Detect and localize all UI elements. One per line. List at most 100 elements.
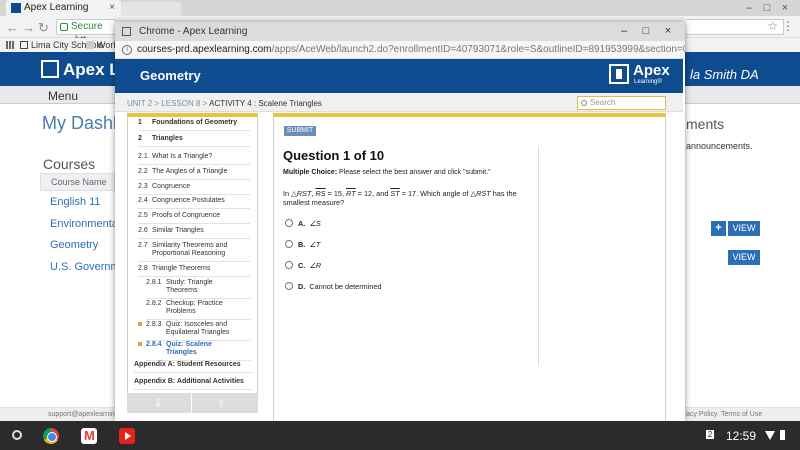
unit-number: 2 — [138, 135, 142, 142]
choice-letter: C. — [298, 261, 306, 270]
page-icon — [20, 41, 28, 49]
outline-nav-divider — [191, 393, 192, 413]
appendix-b-item[interactable]: Appendix B: Additional Activities — [134, 378, 252, 390]
bookmark-star-icon[interactable]: ☆ — [767, 19, 778, 33]
choice-text: Cannot be determined — [309, 282, 382, 291]
browser-tab-apex[interactable]: Apex Learning × — [6, 0, 121, 16]
apex-logo-text: Apex — [633, 62, 670, 79]
popup-titlebar[interactable]: Chrome - Apex Learning – □ × — [115, 22, 685, 41]
activity-number: 2.8.2 — [146, 300, 162, 307]
browser-menu-icon[interactable]: ⋮ — [782, 19, 794, 33]
youtube-icon[interactable] — [119, 428, 135, 444]
apex-logo-icon — [41, 60, 59, 78]
course-name-header[interactable]: Course Name — [40, 173, 115, 191]
new-tab-button[interactable] — [121, 2, 181, 16]
view-button-1[interactable]: VIEW — [728, 221, 760, 236]
back-arrow-icon[interactable]: ← — [6, 20, 19, 35]
search-input[interactable]: Search — [577, 96, 666, 110]
choice-letter: D. — [298, 282, 306, 291]
battery-icon[interactable] — [780, 430, 785, 440]
menu-button[interactable]: Menu — [48, 89, 78, 103]
forward-arrow-icon[interactable]: → — [22, 20, 35, 35]
choice-c[interactable]: C. ∠R — [285, 261, 321, 270]
popup-maximize-icon[interactable]: □ — [635, 22, 657, 41]
choice-a[interactable]: A. ∠S — [285, 219, 321, 228]
course-outline-panel: 1 Foundations of Geometry 2 Triangles 2.1 W… — [127, 113, 258, 413]
activity-number: 2.8.4 — [146, 341, 162, 348]
submit-button[interactable]: SUBMIT — [284, 126, 316, 136]
activity-label: Quiz: Isosceles and Equilateral Triangle… — [166, 321, 230, 336]
scroll-down-icon[interactable]: ⇩ — [148, 397, 168, 410]
question-instructions: Multiple Choice: Please select the best … — [283, 169, 491, 176]
unit-1-item[interactable]: 1 Foundations of Geometry — [138, 119, 250, 131]
question-prompt: In △RST, RS = 15, RT = 12, and ST = 17. … — [283, 189, 517, 207]
lesson-2-6[interactable]: 2.6 Similar Triangles — [138, 227, 250, 239]
address-bar[interactable]: Secure htt — [56, 19, 116, 46]
lesson-number: 2.6 — [138, 227, 148, 234]
unit-label: Foundations of Geometry — [152, 119, 238, 126]
info-icon[interactable]: i — [122, 45, 132, 55]
notification-badge[interactable]: 2 — [706, 430, 714, 439]
popup-minimize-icon[interactable]: – — [613, 22, 635, 41]
lesson-number: 2.3 — [138, 183, 148, 190]
choice-d[interactable]: D. Cannot be determined — [285, 282, 382, 291]
privacy-policy-link[interactable]: acy Policy — [686, 408, 718, 421]
lesson-2-8[interactable]: 2.8 Triangle Theorems — [138, 265, 250, 277]
lesson-2-3[interactable]: 2.3 Congruence — [138, 183, 250, 195]
reload-icon[interactable]: ↻ — [38, 20, 49, 36]
activity-2-8-1[interactable]: 2.8.1 Study: Triangle Theorems — [146, 279, 251, 299]
course-link-english[interactable]: English 11 — [50, 196, 101, 208]
lesson-2-7[interactable]: 2.7 Similarity Theorems and Proportional … — [138, 242, 250, 262]
lesson-2-4[interactable]: 2.4 Congruence Postulates — [138, 197, 250, 209]
choice-b[interactable]: B. ∠T — [285, 240, 320, 249]
launcher-icon[interactable] — [12, 430, 22, 440]
terms-of-use-link[interactable]: Terms of Use — [721, 408, 762, 421]
course-title: Geometry — [140, 68, 201, 83]
radio-button[interactable] — [285, 240, 293, 248]
maximize-icon[interactable]: □ — [758, 0, 776, 16]
close-tab-icon[interactable]: × — [109, 0, 115, 16]
support-email-link[interactable]: support@apexlearning.c — [48, 408, 124, 421]
activity-2-8-3[interactable]: 2.8.3 Quiz: Isosceles and Equilateral Tri… — [138, 321, 251, 341]
courses-heading: Courses — [43, 156, 96, 172]
view-button-2[interactable]: VIEW — [728, 250, 760, 265]
course-link-geometry[interactable]: Geometry — [50, 239, 98, 251]
minimize-icon[interactable]: – — [740, 0, 758, 16]
question-title: Question 1 of 10 — [283, 148, 385, 163]
gmail-icon[interactable] — [81, 428, 97, 444]
user-name: la Smith DA — [690, 67, 759, 82]
instructions-text: Please select the best answer and click … — [337, 169, 491, 176]
lesson-2-5[interactable]: 2.5 Proofs of Congruence — [138, 212, 250, 224]
lesson-2-2[interactable]: 2.2 The Angles of a Triangle — [138, 168, 250, 180]
lesson-2-1[interactable]: 2.1 What Is a Triangle? — [138, 153, 250, 165]
activity-2-8-4[interactable]: 2.8.4 Quiz: Scalene Triangles — [138, 341, 251, 361]
search-placeholder: Search — [590, 98, 616, 107]
appendix-a-item[interactable]: Appendix A: Student Resources — [134, 361, 252, 373]
popup-url-bar[interactable]: i courses-prd.apexlearning.com/apps/AceWe… — [115, 41, 685, 59]
radio-button[interactable] — [285, 219, 293, 227]
unit-2-item[interactable]: 2 Triangles — [138, 135, 250, 147]
activity-2-8-2[interactable]: 2.8.2 Checkup: Practice Problems — [146, 300, 251, 320]
radio-button[interactable] — [285, 282, 293, 290]
quiz-marker-icon — [138, 322, 142, 326]
scroll-up-icon[interactable]: ⇧ — [211, 397, 231, 410]
question-divider — [538, 146, 539, 366]
add-button[interactable]: + — [711, 221, 726, 236]
instructions-label: Multiple Choice: — [283, 169, 338, 176]
radio-button[interactable] — [285, 261, 293, 269]
popup-close-icon[interactable]: × — [657, 22, 679, 41]
clock[interactable]: 12:59 — [726, 429, 756, 443]
bookmark-work[interactable]: Work — [86, 38, 118, 52]
popup-window-title: Chrome - Apex Learning — [139, 26, 248, 37]
choice-text: ∠T — [309, 240, 321, 249]
breadcrumb-path[interactable]: UNIT 2 > LESSON 8 > — [127, 99, 209, 108]
unit-label: Triangles — [152, 135, 183, 142]
apps-grid-icon[interactable] — [6, 41, 14, 49]
lesson-label: The Angles of a Triangle — [152, 168, 228, 175]
close-window-icon[interactable]: × — [776, 0, 794, 16]
folder-icon — [86, 41, 94, 49]
chrome-icon[interactable] — [43, 428, 59, 444]
lesson-label: Similar Triangles — [152, 227, 204, 234]
window-controls: – □ × — [740, 0, 800, 16]
lesson-number: 2.8 — [138, 265, 148, 272]
